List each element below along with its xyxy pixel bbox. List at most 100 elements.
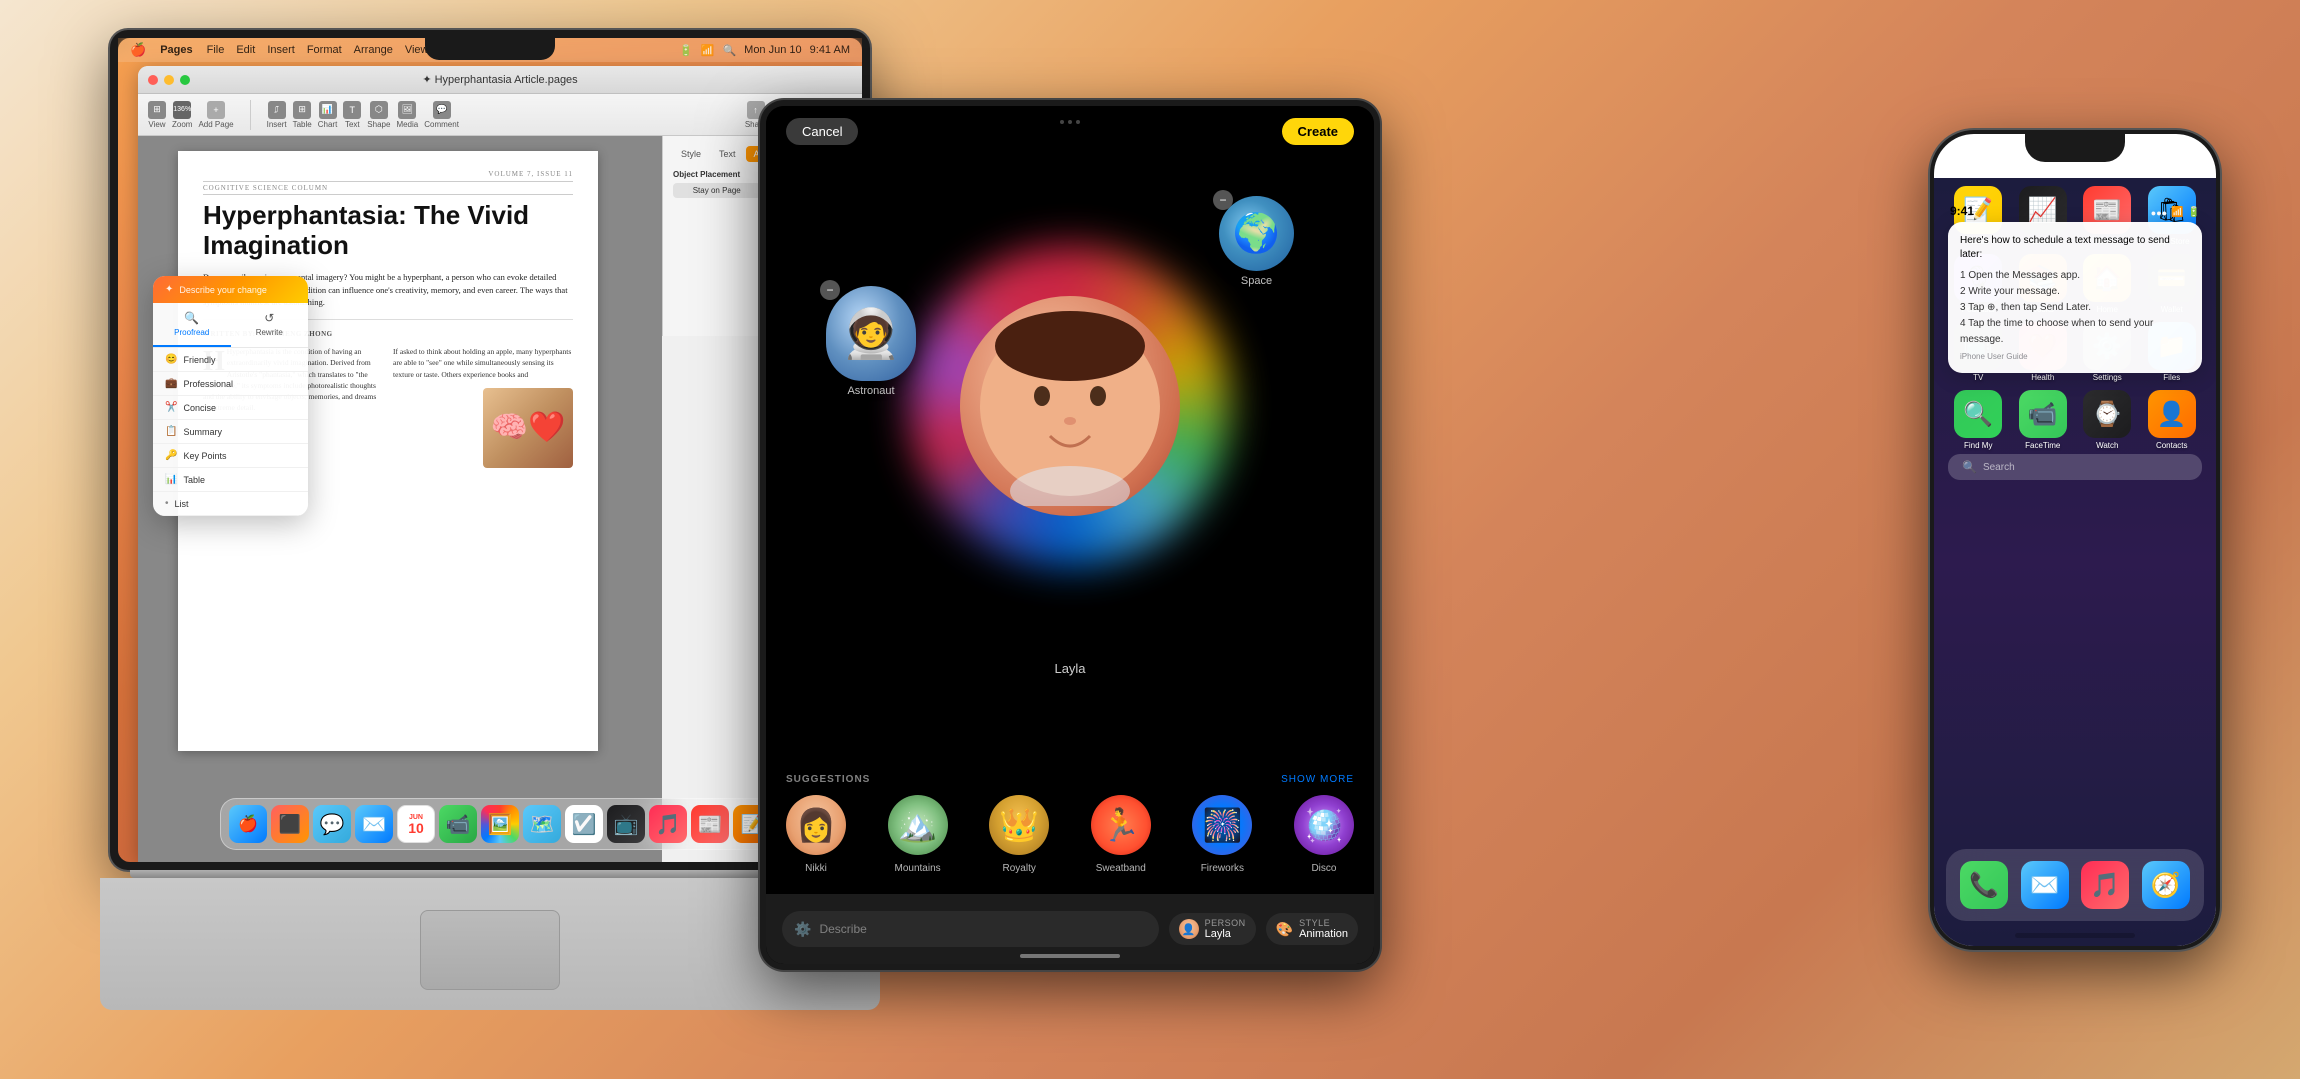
text-label: Text [345,120,360,129]
apps-row-4: 🔍 Find My 📹 FaceTime ⌚ Watch 👤 Contacts [1934,382,2216,450]
menu-insert[interactable]: Insert [267,44,295,56]
rewrite-icon: ↺ [264,311,274,325]
datetime: Mon Jun 10 [744,44,801,56]
suggestion-nikki[interactable]: 👩 Nikki [786,795,846,874]
text-btn[interactable]: T Text [343,101,361,129]
suggestion-disco[interactable]: 🪩 Disco [1294,795,1354,874]
summary-icon: 📋 [165,426,177,437]
iphone-device: 9:41 ●●● 📶 🔋 Here's how to schedule a te… [1930,130,2220,950]
view-toolbar-btn[interactable]: ⊞ View [148,101,166,129]
dock-facetime[interactable]: 📹 [439,805,477,843]
dock-safari[interactable]: 🧭 [2142,861,2190,909]
view-label: View [148,120,165,129]
apple-logo-icon[interactable]: 🍎 [130,42,146,58]
ipad-describe-input[interactable]: ⚙️ Describe [782,911,1159,947]
menu-edit[interactable]: Edit [236,44,255,56]
dock-photos[interactable]: 🖼️ [481,805,519,843]
ai-menu-summary[interactable]: 📋 Summary [153,420,308,444]
ipad-device: Cancel Create [760,100,1380,970]
minimize-button[interactable] [164,75,174,85]
shape-label: Shape [367,120,390,129]
iphone-statusbar: 9:41 ●●● 📶 🔋 [1934,178,2216,222]
show-more-btn[interactable]: SHOW MORE [1281,774,1354,785]
disco-emoji: 🪩 [1294,795,1354,855]
menu-file[interactable]: File [207,44,225,56]
ipad-cancel-button[interactable]: Cancel [786,118,858,145]
suggestions-title: SUGGESTIONS [786,774,870,785]
text-tab[interactable]: Text [711,146,744,162]
genmoji-svg [970,306,1170,506]
dock-calendar[interactable]: JUN 10 [397,805,435,843]
dock-reminders[interactable]: ☑️ [565,805,603,843]
summary-label: Summary [183,427,222,437]
proofread-tab[interactable]: 🔍 Proofread [153,303,231,347]
ipad-create-button[interactable]: Create [1282,118,1354,145]
safari-icon: 🧭 [2142,861,2190,909]
person-chip[interactable]: 👤 PERSON Layla [1169,913,1256,945]
iphone-search-bar[interactable]: 🔍 Search [1948,454,2202,480]
menu-format[interactable]: Format [307,44,342,56]
view-icon: ⊞ [148,101,166,119]
ai-menu-concise[interactable]: ✂️ Concise [153,396,308,420]
rewrite-tab[interactable]: ↺ Rewrite [231,303,309,347]
dock-finder[interactable]: 🍎 [229,805,267,843]
dock-messages[interactable]: 💬 [313,805,351,843]
add-page-btn[interactable]: + Add Page [198,101,233,129]
ai-menu-list[interactable]: • List [153,492,308,516]
macbook-trackpad[interactable] [420,910,560,990]
table-btn[interactable]: ⊞ Table [293,101,312,129]
app-contacts[interactable]: 👤 Contacts [2144,390,2201,450]
insert-btn[interactable]: ⎎ Insert [267,101,287,129]
dock-music[interactable]: 🎵 [2081,861,2129,909]
dock-mail[interactable]: ✉️ [355,805,393,843]
style-chip[interactable]: 🎨 STYLE Animation [1266,913,1358,945]
dock-launchpad[interactable]: ⬛ [271,805,309,843]
app-facetime[interactable]: 📹 FaceTime [2015,390,2072,450]
suggestion-mountains[interactable]: 🏔️ Mountains [888,795,948,874]
mac-dock: 🍎 ⬛ 💬 ✉️ JUN 10 [220,798,780,850]
phone-icon: 📞 [1960,861,2008,909]
shape-btn[interactable]: ⬡ Shape [367,101,390,129]
mountains-emoji: 🏔️ [888,795,948,855]
dock-phone[interactable]: 📞 [1960,861,2008,909]
pages-content-area: COGNITIVE SCIENCE COLUMN VOLUME 7, ISSUE… [138,136,662,862]
ipad-topbar: Cancel Create [766,106,1374,156]
app-findmy[interactable]: 🔍 Find My [1950,390,2007,450]
suggestion-royalty[interactable]: 👑 Royalty [989,795,1049,874]
suggestion-sweatband[interactable]: 🏃 Sweatband [1091,795,1151,874]
toolbar-left-group: ⊞ View 136% Zoom + Add Page [148,101,234,129]
style-tab[interactable]: Style [673,146,709,162]
ai-menu-friendly[interactable]: 😊 Friendly [153,348,308,372]
dock-music[interactable]: 🎵 [649,805,687,843]
macbook-hinge [130,870,850,878]
remove-space-btn[interactable]: − [1213,190,1233,210]
macbook-display: 🍎 Pages File Edit Insert Format Arrange … [118,38,862,862]
ai-menu-professional[interactable]: 💼 Professional [153,372,308,396]
describe-placeholder: Describe [819,922,866,936]
suggestion-fireworks[interactable]: 🎆 Fireworks [1192,795,1252,874]
comment-btn[interactable]: 💬 Comment [424,101,459,129]
ai-menu-keypoints[interactable]: 🔑 Key Points [153,444,308,468]
pages-window: ✦ Hyperphantasia Article.pages ⊞ View 13… [138,66,862,862]
space-label: Space [1241,275,1272,287]
close-button[interactable] [148,75,158,85]
list-icon: • [165,498,169,509]
dock-maps[interactable]: 🗺️ [523,805,561,843]
app-watch[interactable]: ⌚ Watch [2079,390,2136,450]
menu-arrange[interactable]: Arrange [354,44,393,56]
ai-panel-header: ✦ Describe your change [153,276,308,303]
search-menubar-icon[interactable]: 🔍 [722,44,736,57]
dock-tv[interactable]: 📺 [607,805,645,843]
professional-label: Professional [183,379,233,389]
chart-btn[interactable]: 📊 Chart [318,101,338,129]
sweatband-emoji: 🏃 [1091,795,1151,855]
maximize-button[interactable] [180,75,190,85]
media-btn[interactable]: 🖼 Media [396,101,418,129]
zoom-toolbar-btn[interactable]: 136% Zoom [172,101,192,129]
dock-news[interactable]: 📰 [691,805,729,843]
dock-mail[interactable]: ✉️ [2021,861,2069,909]
add-page-icon: + [207,101,225,119]
ai-menu-table[interactable]: 📊 Table [153,468,308,492]
remove-astronaut-btn[interactable]: − [820,280,840,300]
stay-on-page-btn[interactable]: Stay on Page [673,183,761,198]
